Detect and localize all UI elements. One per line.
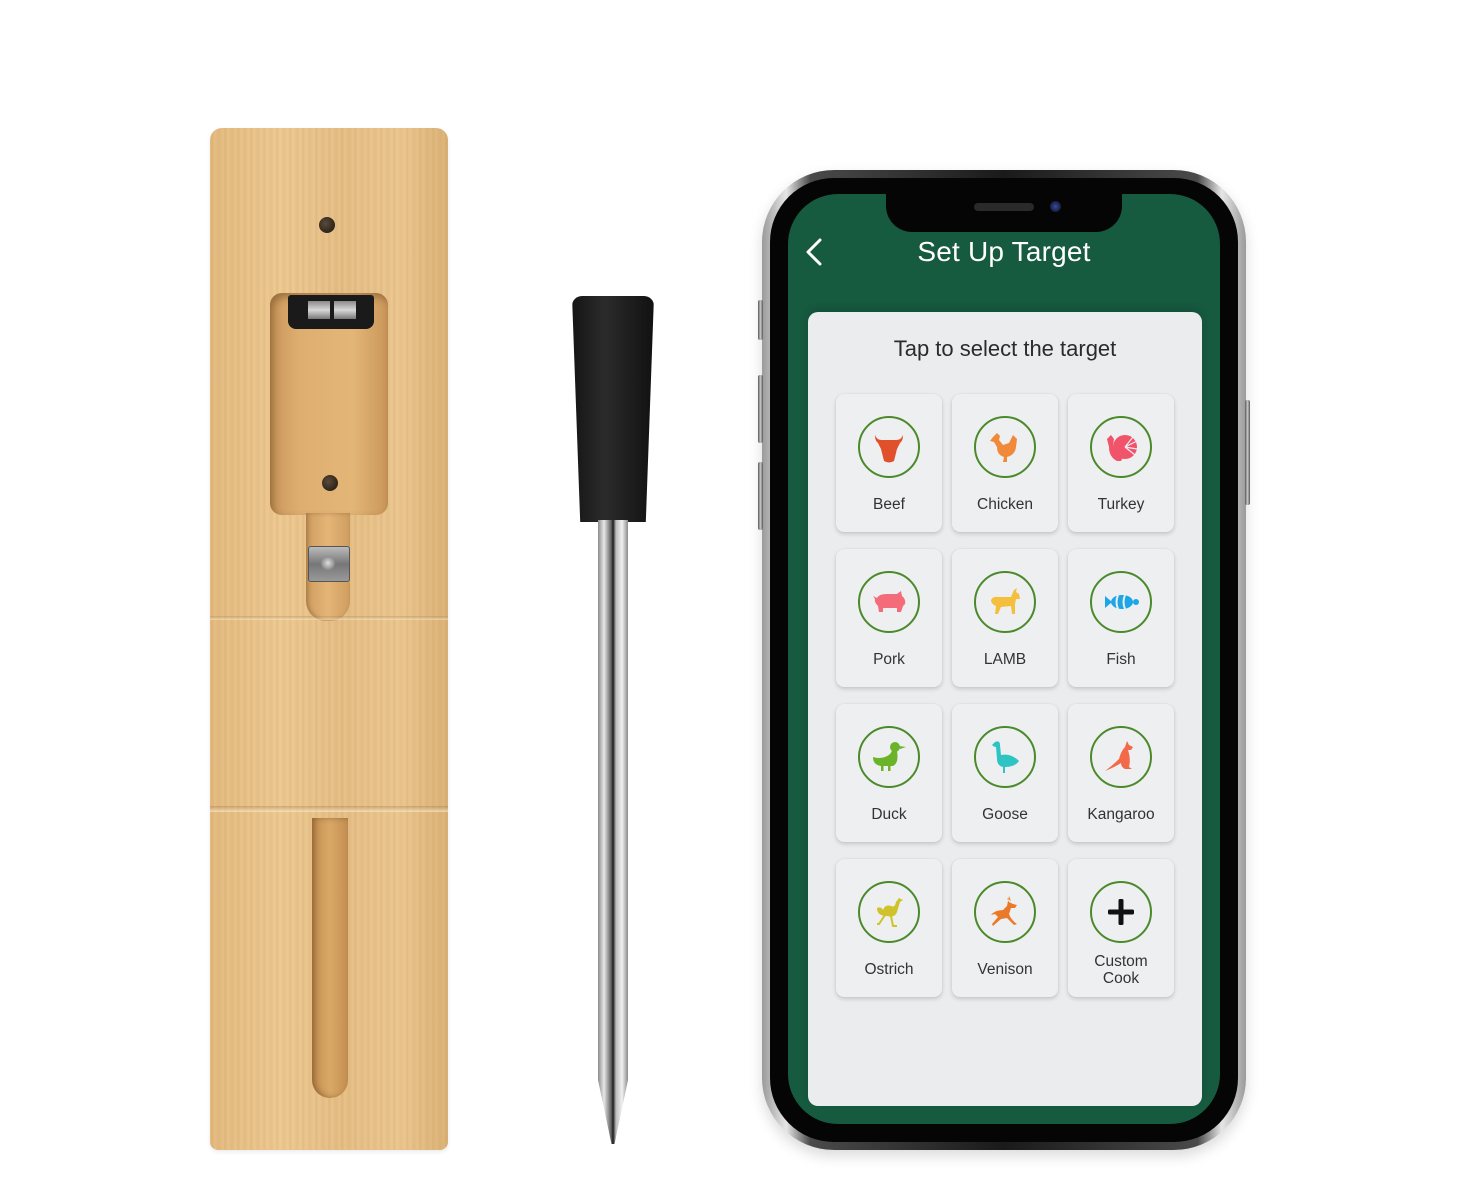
- icon-ring: [858, 881, 920, 943]
- mute-switch: [758, 300, 763, 340]
- target-tile-duck[interactable]: Duck: [836, 704, 942, 842]
- target-label: Custom Cook: [1068, 953, 1174, 987]
- target-label: Ostrich: [864, 961, 914, 978]
- phone-notch: [886, 188, 1122, 232]
- icon-ring: [858, 416, 920, 478]
- fish-icon: [1105, 594, 1139, 610]
- charging-contacts: [288, 295, 374, 329]
- page-title: Set Up Target: [917, 236, 1091, 267]
- target-tile-beef[interactable]: Beef: [836, 394, 942, 532]
- rooster-icon: [990, 433, 1017, 462]
- ostrich-icon: [877, 898, 903, 927]
- earpiece-speaker: [974, 203, 1034, 211]
- target-label: Chicken: [977, 496, 1033, 513]
- target-tile-ostrich[interactable]: Ostrich: [836, 859, 942, 997]
- icon-ring: [974, 571, 1036, 633]
- pig-icon: [873, 591, 906, 612]
- target-label: Fish: [1106, 651, 1136, 668]
- target-tile-goose[interactable]: Goose: [952, 704, 1058, 842]
- bull-head-icon: [875, 435, 903, 463]
- probe-slot: [312, 818, 348, 1098]
- icon-ring: [974, 881, 1036, 943]
- dock-seam: [210, 806, 448, 812]
- target-selection-card: Tap to select the target Beef Chicken Tu…: [808, 312, 1202, 1106]
- probe-tip: [598, 1080, 628, 1144]
- kangaroo-icon: [1105, 741, 1133, 771]
- target-label-line: Custom: [1094, 953, 1148, 970]
- target-tile-pork[interactable]: Pork: [836, 549, 942, 687]
- phone-screen: Set Up Target Tap to select the target B…: [788, 194, 1220, 1124]
- deer-icon: [991, 896, 1017, 926]
- target-label: Turkey: [1097, 496, 1145, 513]
- target-tile-turkey[interactable]: Turkey: [1068, 394, 1174, 532]
- icon-ring: [1090, 726, 1152, 788]
- goose-icon: [992, 741, 1019, 773]
- target-tile-kangaroo[interactable]: Kangaroo: [1068, 704, 1174, 842]
- card-subtitle: Tap to select the target: [893, 336, 1117, 361]
- target-label: Duck: [871, 806, 907, 823]
- icon-ring: [858, 726, 920, 788]
- target-grid: Beef Chicken Turkey Pork LAMB Fish Duck …: [836, 394, 1174, 997]
- turkey-icon: [1107, 435, 1138, 461]
- target-label: Pork: [873, 651, 905, 668]
- icon-ring: [1090, 416, 1152, 478]
- target-tile-chicken[interactable]: Chicken: [952, 394, 1058, 532]
- probe-clip: [308, 546, 350, 582]
- target-label: Kangaroo: [1087, 806, 1155, 823]
- icon-ring: [974, 416, 1036, 478]
- volume-down-button: [758, 462, 763, 530]
- target-tile-fish[interactable]: Fish: [1068, 549, 1174, 687]
- front-camera: [1050, 201, 1061, 212]
- icon-ring: [858, 571, 920, 633]
- dock-seam: [210, 616, 448, 620]
- icon-ring: [974, 726, 1036, 788]
- goat-icon: [991, 588, 1020, 614]
- plus-icon: [1108, 899, 1134, 925]
- target-label: LAMB: [983, 651, 1027, 668]
- probe-rod: [598, 520, 628, 1080]
- led-indicator-hole: [319, 217, 335, 233]
- volume-up-button: [758, 375, 763, 443]
- power-button: [1245, 400, 1250, 505]
- target-label: Goose: [982, 806, 1028, 823]
- target-label: Beef: [873, 496, 905, 513]
- target-tile-venison[interactable]: Venison: [952, 859, 1058, 997]
- target-tile-lamb[interactable]: LAMB: [952, 549, 1058, 687]
- icon-ring: [1090, 881, 1152, 943]
- target-tile-custom-cook[interactable]: Custom Cook: [1068, 859, 1174, 997]
- target-label: Venison: [977, 961, 1033, 978]
- duck-icon: [873, 742, 906, 771]
- target-label-line: Cook: [1102, 970, 1140, 987]
- icon-ring: [1090, 571, 1152, 633]
- mount-hole: [322, 475, 338, 491]
- bamboo-charging-dock: [210, 128, 448, 1150]
- probe-handle: [572, 296, 654, 522]
